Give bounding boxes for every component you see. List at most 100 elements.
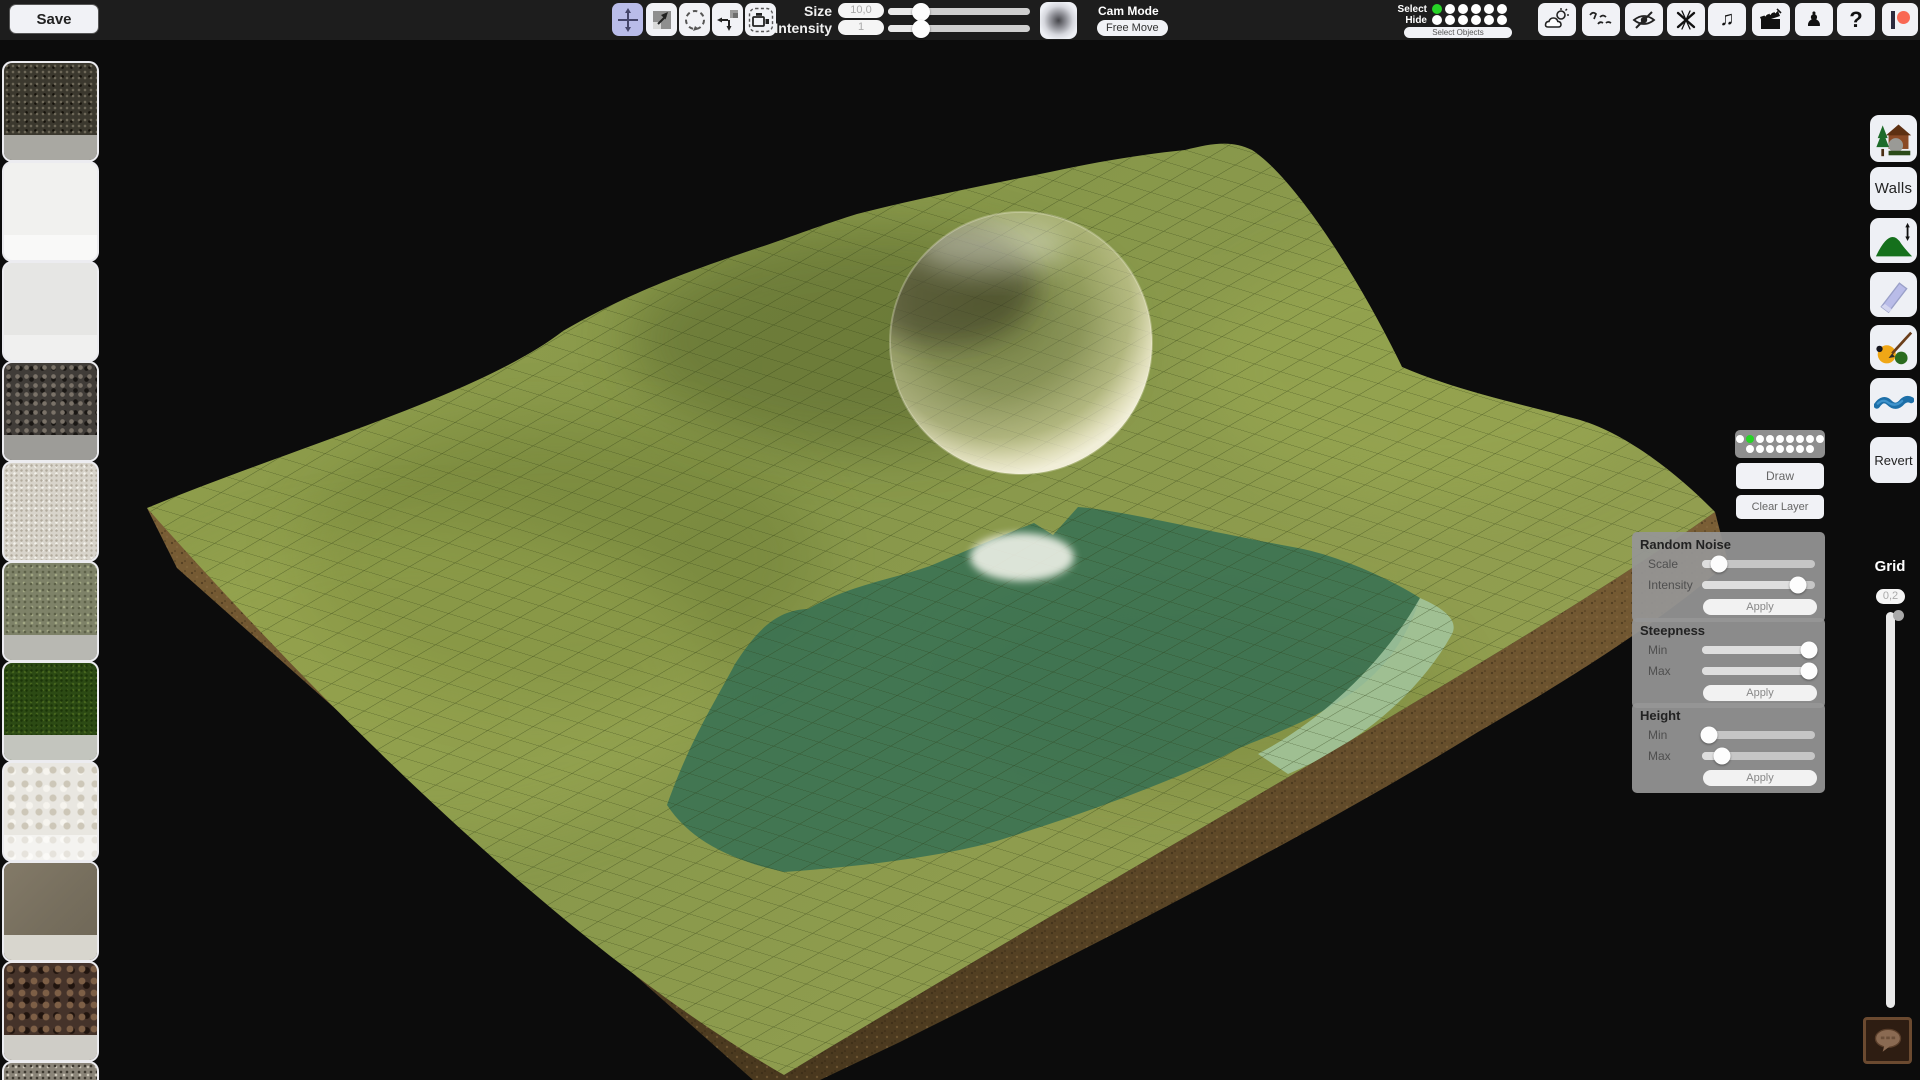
cinematic-button[interactable] <box>1752 3 1790 36</box>
size-slider[interactable] <box>888 8 1030 15</box>
grid-slider-handle[interactable] <box>1893 610 1904 621</box>
rotate-tool-button[interactable] <box>679 3 710 36</box>
grid-slider[interactable] <box>1886 612 1895 1008</box>
apply-noise-button[interactable]: Apply <box>1703 599 1817 615</box>
height-max-slider-handle[interactable] <box>1714 747 1731 764</box>
paint-tab-button[interactable] <box>1870 325 1917 370</box>
texture-thumbnail[interactable] <box>4 163 97 260</box>
texture-thumbnail[interactable] <box>4 1063 97 1080</box>
layer-dot[interactable] <box>1736 435 1744 443</box>
hide-dot[interactable] <box>1497 15 1507 25</box>
steepness-max-slider[interactable] <box>1702 667 1815 675</box>
help-button[interactable]: ? <box>1837 3 1875 36</box>
water-tab-button[interactable] <box>1870 378 1917 423</box>
layer-dot[interactable] <box>1756 445 1764 453</box>
texture-thumbnail[interactable] <box>4 663 97 760</box>
select-dot[interactable] <box>1484 4 1494 14</box>
grid-value[interactable]: 0,2 <box>1876 589 1905 604</box>
layer-dot[interactable] <box>1776 435 1784 443</box>
walls-tab-button[interactable]: Walls <box>1870 167 1917 210</box>
select-dot[interactable] <box>1432 4 1442 14</box>
hide-dot[interactable] <box>1432 15 1442 25</box>
props-tab-button[interactable] <box>1870 115 1917 162</box>
chat-bubble-button[interactable] <box>1863 1017 1912 1064</box>
steepness-max-slider-handle[interactable] <box>1801 662 1818 679</box>
steepness-min-slider-handle[interactable] <box>1801 641 1818 658</box>
cross-x-button[interactable] <box>1667 3 1705 36</box>
intensity-label: Intensity <box>752 20 832 36</box>
layer-dot[interactable] <box>1806 445 1814 453</box>
texture-thumbnail[interactable] <box>4 963 97 1060</box>
layer-dot[interactable] <box>1786 435 1794 443</box>
steepness-min-slider[interactable] <box>1702 646 1815 654</box>
layer-dot[interactable] <box>1816 435 1824 443</box>
height-max-slider[interactable] <box>1702 752 1815 760</box>
intensity-slider[interactable] <box>888 25 1030 32</box>
move-arrows-icon <box>616 8 640 32</box>
flatten-tool-button[interactable] <box>712 3 743 36</box>
layer-dot[interactable] <box>1806 435 1814 443</box>
intensity-value[interactable]: 1 <box>838 20 884 35</box>
draw-button[interactable]: Draw <box>1736 463 1824 489</box>
layer-dot[interactable] <box>1776 445 1784 453</box>
birds-button[interactable] <box>1582 3 1620 36</box>
clear-layer-button[interactable]: Clear Layer <box>1736 495 1824 519</box>
revert-button[interactable]: Revert <box>1870 437 1917 483</box>
hide-visibility-button[interactable] <box>1625 3 1663 36</box>
steepness-min-label: Min <box>1640 643 1702 657</box>
cam-mode-button[interactable]: Free Move <box>1097 20 1168 36</box>
texture-thumbnail[interactable] <box>4 563 97 660</box>
layer-dot[interactable] <box>1756 435 1764 443</box>
hide-dot[interactable] <box>1458 15 1468 25</box>
layer-dot[interactable] <box>1766 445 1774 453</box>
hide-dot[interactable] <box>1445 15 1455 25</box>
figures-button[interactable]: ♟ <box>1795 3 1833 36</box>
terrain-editor-app: Save <box>0 0 1920 1080</box>
noise-intensity-slider-handle[interactable] <box>1790 576 1807 593</box>
texture-thumbnail[interactable] <box>4 763 97 860</box>
select-dot[interactable] <box>1458 4 1468 14</box>
apply-steepness-button[interactable]: Apply <box>1703 685 1817 701</box>
scale-slider[interactable] <box>1702 560 1815 568</box>
music-button[interactable]: ♫ <box>1708 3 1746 36</box>
texture-thumbnail[interactable] <box>4 263 97 360</box>
layer-dot[interactable] <box>1766 435 1774 443</box>
size-slider-handle[interactable] <box>912 3 930 21</box>
layer-dot[interactable] <box>1746 435 1754 443</box>
terrain-tab-button[interactable] <box>1870 218 1917 263</box>
texture-thumbnail[interactable] <box>4 363 97 460</box>
select-objects-button[interactable]: Select Objects <box>1404 27 1512 38</box>
layer-dot[interactable] <box>1786 445 1794 453</box>
hide-dot[interactable] <box>1471 15 1481 25</box>
question-mark-icon: ? <box>1849 7 1862 33</box>
brush-falloff-icon <box>1040 2 1077 39</box>
layer-dot[interactable] <box>1796 435 1804 443</box>
texture-thumbnail[interactable] <box>4 63 97 160</box>
scale-slider-handle[interactable] <box>1710 555 1727 572</box>
wall-beam-tab-button[interactable] <box>1870 272 1917 317</box>
layer-dot[interactable] <box>1746 445 1754 453</box>
texture-thumbnail[interactable] <box>4 863 97 960</box>
height-min-slider-handle[interactable] <box>1700 726 1717 743</box>
raise-lower-tool-button[interactable] <box>646 3 677 36</box>
weather-button[interactable] <box>1538 3 1576 36</box>
apply-height-button[interactable]: Apply <box>1703 770 1817 786</box>
hide-label: Hide <box>1380 15 1427 26</box>
intensity-slider-handle[interactable] <box>912 20 930 38</box>
select-dot[interactable] <box>1445 4 1455 14</box>
hide-dot[interactable] <box>1484 15 1494 25</box>
save-button[interactable]: Save <box>10 5 98 33</box>
size-label: Size <box>760 3 832 19</box>
texture-thumbnail[interactable] <box>4 463 97 560</box>
height-min-slider[interactable] <box>1702 731 1815 739</box>
beam-icon <box>1874 276 1914 314</box>
patreon-button[interactable] <box>1882 3 1918 36</box>
noise-intensity-slider[interactable] <box>1702 581 1815 589</box>
size-value[interactable]: 10,0 <box>838 3 884 18</box>
layer-dot[interactable] <box>1796 445 1804 453</box>
move-tool-button[interactable] <box>612 3 643 36</box>
water-wave-icon <box>1874 382 1914 420</box>
select-dot[interactable] <box>1497 4 1507 14</box>
brush-falloff-preview[interactable] <box>1040 2 1077 39</box>
select-dot[interactable] <box>1471 4 1481 14</box>
